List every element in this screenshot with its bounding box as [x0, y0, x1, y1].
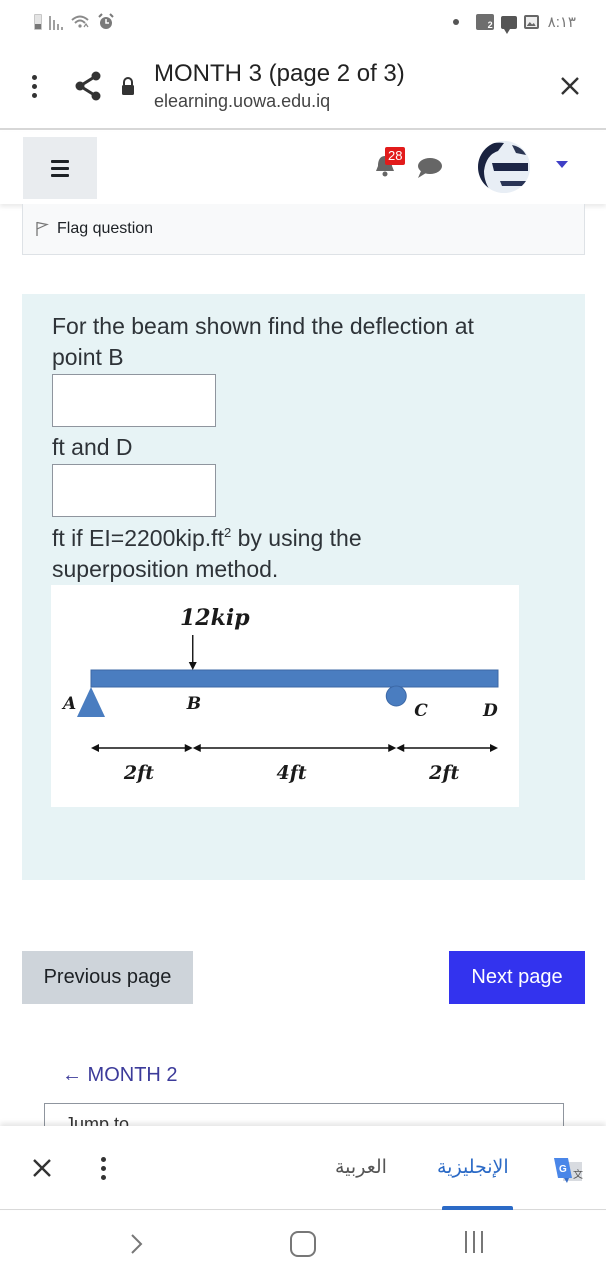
flag-question-label: Flag question	[57, 220, 154, 237]
lock-icon[interactable]	[114, 66, 142, 106]
question-line-1: For the beam shown find the deflection a…	[52, 313, 474, 339]
translate-tab-arabic[interactable]: العربية	[335, 1156, 387, 1178]
translate-close-icon[interactable]	[22, 1148, 62, 1188]
dimension-label-ab: 2ft	[123, 762, 154, 784]
answer-input-d[interactable]	[52, 464, 216, 517]
load-label: 12kip	[180, 605, 250, 631]
dimension-arrow-right-0	[184, 744, 193, 752]
flag-icon	[36, 221, 49, 236]
status-bar: 2 ٨:١٣	[0, 0, 606, 44]
battery-icon	[34, 14, 42, 30]
previous-page-button[interactable]: Previous page	[22, 951, 193, 1004]
question-text-panel: For the beam shown find the deflection a…	[22, 294, 585, 880]
page-url: elearning.uowa.edu.iq	[154, 91, 331, 111]
wifi-icon	[71, 15, 89, 28]
point-label-a: A	[61, 694, 76, 714]
system-navigation-bar	[0, 1211, 606, 1280]
recents-nav-icon[interactable]	[462, 1231, 486, 1257]
dimension-label-bc: 4ft	[277, 762, 307, 784]
message-icon	[500, 15, 517, 34]
game-app-icon: 2	[475, 14, 494, 30]
google-translate-icon: G 文	[554, 1158, 583, 1183]
beam-diagram: 12kip A B C D 2ft 4ft 2ft	[51, 585, 519, 807]
back-nav-icon[interactable]	[122, 1229, 152, 1259]
answer-input-b[interactable]	[52, 374, 216, 427]
translate-tab-english[interactable]: الإنجليزية	[437, 1156, 509, 1178]
dimension-arrow-right-2	[490, 744, 498, 752]
alarm-icon	[98, 13, 114, 29]
chat-icon[interactable]	[415, 157, 443, 179]
point-label-b: B	[186, 694, 201, 714]
load-arrow-head	[188, 662, 197, 670]
caret-down-icon[interactable]	[556, 161, 568, 168]
dimension-arrow-left-1	[192, 744, 201, 752]
dimension-arrow-left-0	[91, 744, 99, 752]
point-label-c: C	[414, 701, 428, 721]
translate-more-icon[interactable]	[88, 1148, 118, 1188]
dimension-arrow-left-2	[396, 744, 405, 752]
question-line-2: point B	[52, 344, 124, 370]
hamburger-menu-icon[interactable]	[23, 137, 97, 199]
next-page-button[interactable]: Next page	[449, 951, 585, 1004]
dimension-arrow-right-1	[388, 744, 397, 752]
status-right: 2 ٨:١٣	[452, 13, 576, 34]
signal-icon	[49, 14, 63, 30]
previous-activity-link[interactable]: ← MONTH 2	[62, 1064, 178, 1087]
user-avatar[interactable]	[478, 141, 530, 193]
roller-support-c	[385, 685, 407, 707]
notification-dot-icon	[452, 19, 459, 25]
svg-text:文: 文	[573, 1168, 583, 1181]
share-icon[interactable]	[68, 66, 108, 106]
home-nav-icon[interactable]	[290, 1231, 316, 1257]
question-line-4-post: by using the	[231, 525, 362, 551]
translate-bar: العربية الإنجليزية G 文	[0, 1126, 606, 1210]
site-navbar: 28	[0, 132, 606, 204]
active-tab-indicator	[442, 1206, 513, 1210]
beam-diagram-svg: 12kip A B C D 2ft 4ft 2ft	[61, 605, 499, 784]
question-line-3: ft and D	[52, 434, 133, 460]
status-left	[34, 13, 115, 31]
notification-badge[interactable]: 28	[385, 147, 406, 165]
point-label-d: D	[482, 701, 498, 721]
image-icon	[523, 15, 539, 29]
flag-question-link[interactable]: Flag question	[22, 204, 585, 255]
beam	[90, 669, 499, 688]
pin-support-a	[77, 687, 105, 717]
browser-toolbar: MONTH 3 (page 2 of 3) elearning.uowa.edu…	[0, 44, 606, 130]
page-title: MONTH 3 (page 2 of 3)	[154, 60, 405, 87]
dimension-label-cd: 2ft	[428, 762, 459, 784]
svg-text:G: G	[559, 1164, 567, 1175]
more-vert-icon[interactable]	[14, 66, 54, 106]
question-line-4-text: ft if EI=2200kip.ft	[52, 525, 224, 551]
question-line-5: superposition method.	[52, 556, 279, 582]
close-icon[interactable]	[548, 64, 592, 108]
tab-titles: MONTH 3 (page 2 of 3) elearning.uowa.edu…	[154, 59, 548, 113]
clock: ٨:١٣	[547, 14, 576, 31]
question-line-4: ft if EI=2200kip.ft2 by using the	[52, 523, 362, 554]
